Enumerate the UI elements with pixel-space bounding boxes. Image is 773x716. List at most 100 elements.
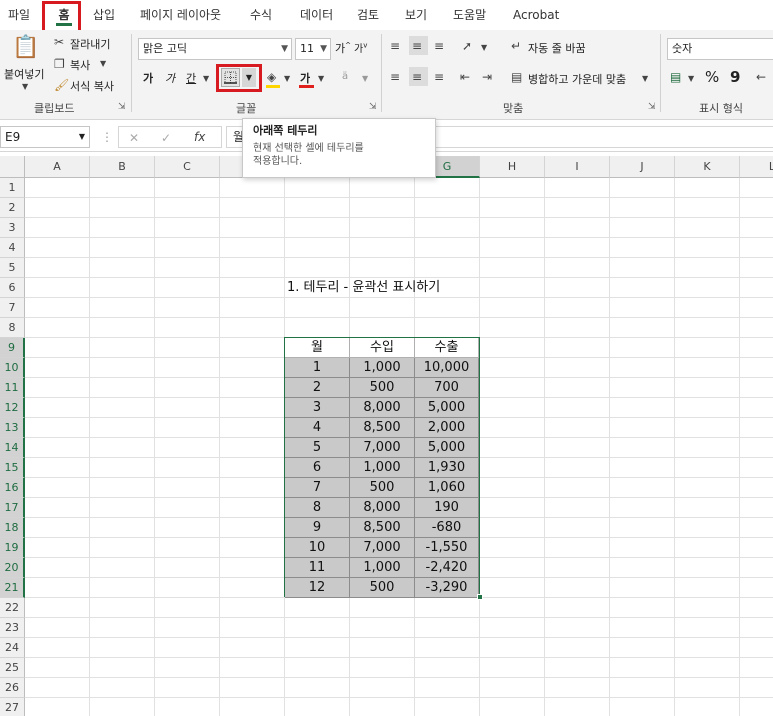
fill-color-icon[interactable]: ◈ bbox=[267, 70, 276, 84]
row-header-25[interactable]: 25 bbox=[0, 658, 25, 678]
border-button[interactable] bbox=[221, 68, 240, 87]
copy-dropdown-icon[interactable]: ▼ bbox=[100, 57, 106, 71]
tab-file[interactable]: 파일 bbox=[8, 0, 30, 30]
table-header-cell[interactable]: 월 bbox=[285, 338, 350, 358]
underline-dropdown-icon[interactable]: ▼ bbox=[203, 72, 209, 86]
table-cell[interactable]: 1,000 bbox=[350, 358, 415, 378]
table-cell[interactable]: 1,000 bbox=[350, 558, 415, 578]
column-header-h[interactable]: H bbox=[480, 156, 545, 178]
align-center-button[interactable]: ≡ bbox=[409, 67, 428, 86]
paste-icon[interactable]: 📋 bbox=[12, 36, 39, 60]
tab-page-layout[interactable]: 페이지 레이아웃 bbox=[140, 0, 221, 30]
table-cell[interactable]: 1,000 bbox=[350, 458, 415, 478]
row-header-23[interactable]: 23 bbox=[0, 618, 25, 638]
table-header-cell[interactable]: 수출 bbox=[415, 338, 479, 358]
format-painter-icon[interactable]: 🖌 bbox=[54, 78, 69, 92]
increase-decimal-icon[interactable]: ← bbox=[756, 70, 766, 84]
row-header-20[interactable]: 20 bbox=[0, 558, 25, 578]
table-cell[interactable]: 10,000 bbox=[415, 358, 479, 378]
align-top-icon[interactable]: ≡ bbox=[390, 39, 400, 53]
row-header-7[interactable]: 7 bbox=[0, 298, 25, 318]
table-cell[interactable]: 8,500 bbox=[350, 518, 415, 538]
paste-dropdown-icon[interactable]: ▼ bbox=[22, 80, 28, 94]
worksheet-grid[interactable]: ABCDEFGHIJKL 123456789101112131415161718… bbox=[0, 156, 773, 716]
table-cell[interactable]: 12 bbox=[285, 578, 350, 598]
italic-button[interactable]: 가 bbox=[165, 70, 175, 86]
table-cell[interactable]: 1,060 bbox=[415, 478, 479, 498]
table-cell[interactable]: 700 bbox=[415, 378, 479, 398]
row-header-1[interactable]: 1 bbox=[0, 178, 25, 198]
underline-button[interactable]: 간 bbox=[186, 70, 196, 86]
decrease-indent-icon[interactable]: ⇤ bbox=[460, 70, 470, 84]
phonetic-dropdown-icon[interactable]: ▼ bbox=[362, 72, 368, 86]
table-cell[interactable]: 7,000 bbox=[350, 538, 415, 558]
table-cell[interactable]: -3,290 bbox=[415, 578, 479, 598]
row-header-9[interactable]: 9 bbox=[0, 338, 25, 358]
orientation-dropdown-icon[interactable]: ▼ bbox=[481, 41, 487, 55]
border-dropdown-icon[interactable]: ▼ bbox=[242, 68, 256, 87]
table-cell[interactable]: -1,550 bbox=[415, 538, 479, 558]
row-header-8[interactable]: 8 bbox=[0, 318, 25, 338]
name-box[interactable]: E9 ▼ bbox=[0, 126, 90, 148]
row-header-15[interactable]: 15 bbox=[0, 458, 25, 478]
percent-style-button[interactable]: % bbox=[705, 68, 719, 86]
table-cell[interactable]: 2 bbox=[285, 378, 350, 398]
cut-button[interactable]: 잘라내기 bbox=[70, 36, 110, 52]
row-header-17[interactable]: 17 bbox=[0, 498, 25, 518]
align-bottom-icon[interactable]: ≡ bbox=[434, 39, 444, 53]
table-cell[interactable]: 190 bbox=[415, 498, 479, 518]
table-cell[interactable]: 5 bbox=[285, 438, 350, 458]
phonetic-icon[interactable]: ӓ bbox=[342, 70, 348, 84]
comma-style-button[interactable]: 9 bbox=[730, 68, 740, 86]
merge-center-icon[interactable]: ▤ bbox=[511, 70, 522, 84]
row-header-24[interactable]: 24 bbox=[0, 638, 25, 658]
number-format-combo[interactable]: 숫자 bbox=[667, 38, 773, 60]
table-header-cell[interactable]: 수입 bbox=[350, 338, 415, 358]
table-cell[interactable]: 8 bbox=[285, 498, 350, 518]
table-cell[interactable]: 10 bbox=[285, 538, 350, 558]
align-right-icon[interactable]: ≡ bbox=[434, 70, 444, 84]
tab-acrobat[interactable]: Acrobat bbox=[513, 0, 559, 30]
table-cell[interactable]: 500 bbox=[350, 478, 415, 498]
cut-icon[interactable]: ✂ bbox=[54, 35, 64, 49]
fill-handle[interactable] bbox=[477, 594, 483, 600]
table-cell[interactable]: 500 bbox=[350, 578, 415, 598]
font-size-combo[interactable]: 11 ▼ bbox=[295, 38, 331, 60]
align-left-icon[interactable]: ≡ bbox=[390, 70, 400, 84]
row-header-2[interactable]: 2 bbox=[0, 198, 25, 218]
wrap-text-icon[interactable]: ↵ bbox=[511, 39, 521, 53]
increase-font-button[interactable]: 가^ bbox=[335, 40, 351, 56]
table-cell[interactable]: -2,420 bbox=[415, 558, 479, 578]
orientation-icon[interactable]: ➚ bbox=[462, 39, 472, 53]
table-cell[interactable]: 1 bbox=[285, 358, 350, 378]
wrap-text-button[interactable]: 자동 줄 바꿈 bbox=[528, 40, 586, 56]
table-cell[interactable]: 6 bbox=[285, 458, 350, 478]
fill-color-dropdown-icon[interactable]: ▼ bbox=[284, 72, 290, 86]
copy-button[interactable]: 복사 bbox=[70, 57, 90, 73]
table-cell[interactable]: 8,000 bbox=[350, 398, 415, 418]
tab-home[interactable]: 홈 bbox=[53, 0, 75, 30]
table-cell[interactable]: 8,000 bbox=[350, 498, 415, 518]
table-cell[interactable]: 500 bbox=[350, 378, 415, 398]
alignment-launcher-icon[interactable]: ⇲ bbox=[648, 102, 656, 112]
row-header-10[interactable]: 10 bbox=[0, 358, 25, 378]
increase-indent-icon[interactable]: ⇥ bbox=[482, 70, 492, 84]
row-header-13[interactable]: 13 bbox=[0, 418, 25, 438]
row-header-26[interactable]: 26 bbox=[0, 678, 25, 698]
row-header-6[interactable]: 6 bbox=[0, 278, 25, 298]
table-cell[interactable]: 9 bbox=[285, 518, 350, 538]
row-header-21[interactable]: 21 bbox=[0, 578, 25, 598]
table-cell[interactable]: 7 bbox=[285, 478, 350, 498]
row-header-4[interactable]: 4 bbox=[0, 238, 25, 258]
row-header-14[interactable]: 14 bbox=[0, 438, 25, 458]
tab-insert[interactable]: 삽입 bbox=[93, 0, 115, 30]
align-middle-button[interactable]: ≡ bbox=[409, 36, 428, 55]
column-header-k[interactable]: K bbox=[675, 156, 740, 178]
table-cell[interactable]: 2,000 bbox=[415, 418, 479, 438]
format-painter-button[interactable]: 서식 복사 bbox=[70, 78, 114, 94]
tab-review[interactable]: 검토 bbox=[357, 0, 379, 30]
column-header-c[interactable]: C bbox=[155, 156, 220, 178]
row-header-27[interactable]: 27 bbox=[0, 698, 25, 716]
insert-function-button[interactable]: fx bbox=[194, 130, 205, 144]
table-cell[interactable]: -680 bbox=[415, 518, 479, 538]
